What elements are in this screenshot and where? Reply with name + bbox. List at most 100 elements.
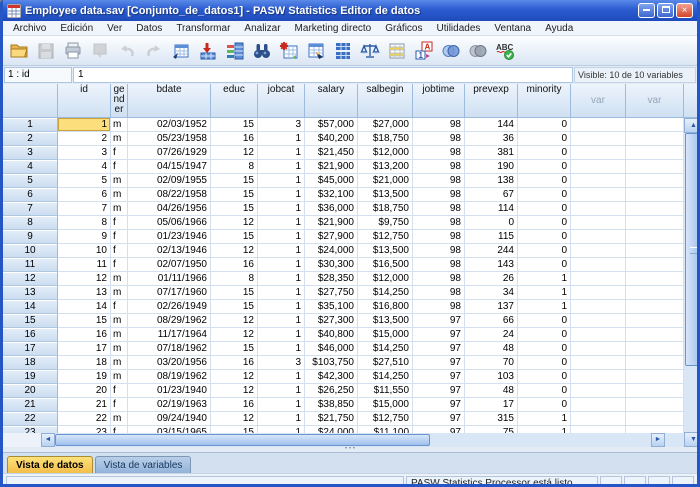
grid-corner-cell[interactable] <box>3 84 58 118</box>
grid-cell[interactable]: 1 <box>518 412 571 426</box>
horizontal-scrollbar[interactable]: ◄ ► <box>3 433 684 447</box>
grid-cell[interactable]: 11/17/1964 <box>128 328 211 342</box>
insert-variable-icon[interactable] <box>303 38 329 64</box>
grid-cell[interactable]: 1 <box>258 258 305 272</box>
open-file-icon[interactable] <box>6 38 32 64</box>
grid-cell[interactable]: 1 <box>258 314 305 328</box>
grid-cell[interactable]: 0 <box>465 216 518 230</box>
grid-cell[interactable]: m <box>111 412 128 426</box>
grid-cell[interactable]: $12,750 <box>358 412 413 426</box>
grid-cell-empty[interactable] <box>626 356 684 370</box>
grid-cell[interactable]: 97 <box>413 314 465 328</box>
column-header-salbegin[interactable]: salbegin <box>358 84 413 118</box>
grid-cell[interactable]: 115 <box>465 230 518 244</box>
grid-cell[interactable]: 16 <box>211 258 258 272</box>
split-file-icon[interactable] <box>330 38 356 64</box>
grid-cell[interactable]: 114 <box>465 202 518 216</box>
grid-cell[interactable]: 1 <box>258 202 305 216</box>
grid-cell[interactable]: 17 <box>58 342 111 356</box>
grid-cell[interactable]: 15 <box>58 314 111 328</box>
grid-cell-empty[interactable] <box>571 132 626 146</box>
grid-cell-empty[interactable] <box>626 188 684 202</box>
grid-cell-empty[interactable] <box>626 174 684 188</box>
grid-cell[interactable]: 1 <box>258 412 305 426</box>
grid-cell-empty[interactable] <box>571 342 626 356</box>
grid-cell[interactable]: 15 <box>211 174 258 188</box>
grid-cell[interactable]: 97 <box>413 370 465 384</box>
grid-cell-empty[interactable] <box>626 146 684 160</box>
column-header-jobcat[interactable]: jobcat <box>258 84 305 118</box>
grid-cell[interactable]: $12,000 <box>358 272 413 286</box>
grid-cell[interactable]: m <box>111 188 128 202</box>
grid-cell-empty[interactable] <box>571 412 626 426</box>
grid-cell[interactable]: f <box>111 230 128 244</box>
grid-cell[interactable]: 1 <box>258 426 305 433</box>
grid-cell[interactable]: m <box>111 118 128 132</box>
row-number[interactable]: 15 <box>3 314 58 328</box>
grid-cell[interactable]: 02/19/1963 <box>128 398 211 412</box>
grid-cell[interactable]: $14,250 <box>358 286 413 300</box>
column-header-gender[interactable]: gender <box>111 84 128 118</box>
grid-cell[interactable]: f <box>111 146 128 160</box>
grid-cell[interactable]: $11,100 <box>358 426 413 433</box>
grid-cell-empty[interactable] <box>571 216 626 230</box>
grid-cell[interactable]: 07/18/1962 <box>128 342 211 356</box>
grid-cell[interactable]: 19 <box>58 370 111 384</box>
grid-cell[interactable]: 01/23/1940 <box>128 384 211 398</box>
scroll-down-arrow-icon[interactable]: ▼ <box>684 432 700 447</box>
grid-cell[interactable]: 14 <box>58 300 111 314</box>
grid-cell[interactable]: f <box>111 244 128 258</box>
grid-cell[interactable]: 12 <box>211 412 258 426</box>
grid-cell[interactable]: 8 <box>211 272 258 286</box>
menu-item-ayuda[interactable]: Ayuda <box>538 23 580 34</box>
variables-icon[interactable] <box>222 38 248 64</box>
grid-cell[interactable]: 15 <box>211 118 258 132</box>
grid-cell[interactable]: 15 <box>211 342 258 356</box>
value-labels-icon[interactable]: A1 <box>411 38 437 64</box>
column-header-salary[interactable]: salary <box>305 84 358 118</box>
grid-cell[interactable]: 1 <box>258 188 305 202</box>
row-number[interactable]: 7 <box>3 202 58 216</box>
grid-cell[interactable]: 1 <box>258 160 305 174</box>
grid-cell[interactable]: m <box>111 202 128 216</box>
grid-cell-empty[interactable] <box>626 412 684 426</box>
grid-cell[interactable]: 0 <box>518 160 571 174</box>
grid-cell[interactable]: 0 <box>518 174 571 188</box>
grid-cell[interactable]: 16 <box>58 328 111 342</box>
grid-cell[interactable]: 12 <box>211 146 258 160</box>
grid-cell[interactable]: 137 <box>465 300 518 314</box>
grid-cell[interactable]: 98 <box>413 286 465 300</box>
grid-cell-empty[interactable] <box>626 426 684 433</box>
grid-cell[interactable]: 381 <box>465 146 518 160</box>
grid-cell-empty[interactable] <box>571 272 626 286</box>
weight-cases-icon[interactable] <box>357 38 383 64</box>
grid-cell[interactable]: m <box>111 174 128 188</box>
grid-cell[interactable]: 1 <box>258 244 305 258</box>
row-number[interactable]: 2 <box>3 132 58 146</box>
grid-cell[interactable]: 0 <box>518 314 571 328</box>
grid-cell[interactable]: $13,500 <box>358 314 413 328</box>
grid-cell-empty[interactable] <box>626 286 684 300</box>
grid-cell[interactable]: 97 <box>413 384 465 398</box>
minimize-button[interactable] <box>638 3 655 18</box>
row-number[interactable]: 1 <box>3 118 58 132</box>
insert-cases-icon[interactable] <box>276 38 302 64</box>
scroll-right-arrow-icon[interactable]: ► <box>651 433 665 447</box>
cell-editor-input[interactable]: 1 <box>73 67 573 83</box>
grid-cell[interactable]: 1 <box>518 286 571 300</box>
grid-cell[interactable]: 97 <box>413 342 465 356</box>
grid-cell-empty[interactable] <box>571 244 626 258</box>
grid-cell[interactable]: 09/24/1940 <box>128 412 211 426</box>
row-number[interactable]: 17 <box>3 342 58 356</box>
grid-cell[interactable]: 98 <box>413 300 465 314</box>
grid-cell[interactable]: $12,750 <box>358 230 413 244</box>
row-number[interactable]: 8 <box>3 216 58 230</box>
grid-cell[interactable]: $24,000 <box>305 244 358 258</box>
grid-cell[interactable]: $21,900 <box>305 160 358 174</box>
column-header-id[interactable]: id <box>58 84 111 118</box>
grid-cell-empty[interactable] <box>571 188 626 202</box>
grid-cell[interactable]: 98 <box>413 230 465 244</box>
grid-cell-empty[interactable] <box>571 370 626 384</box>
grid-cell[interactable]: 1 <box>258 146 305 160</box>
grid-cell-empty[interactable] <box>626 328 684 342</box>
